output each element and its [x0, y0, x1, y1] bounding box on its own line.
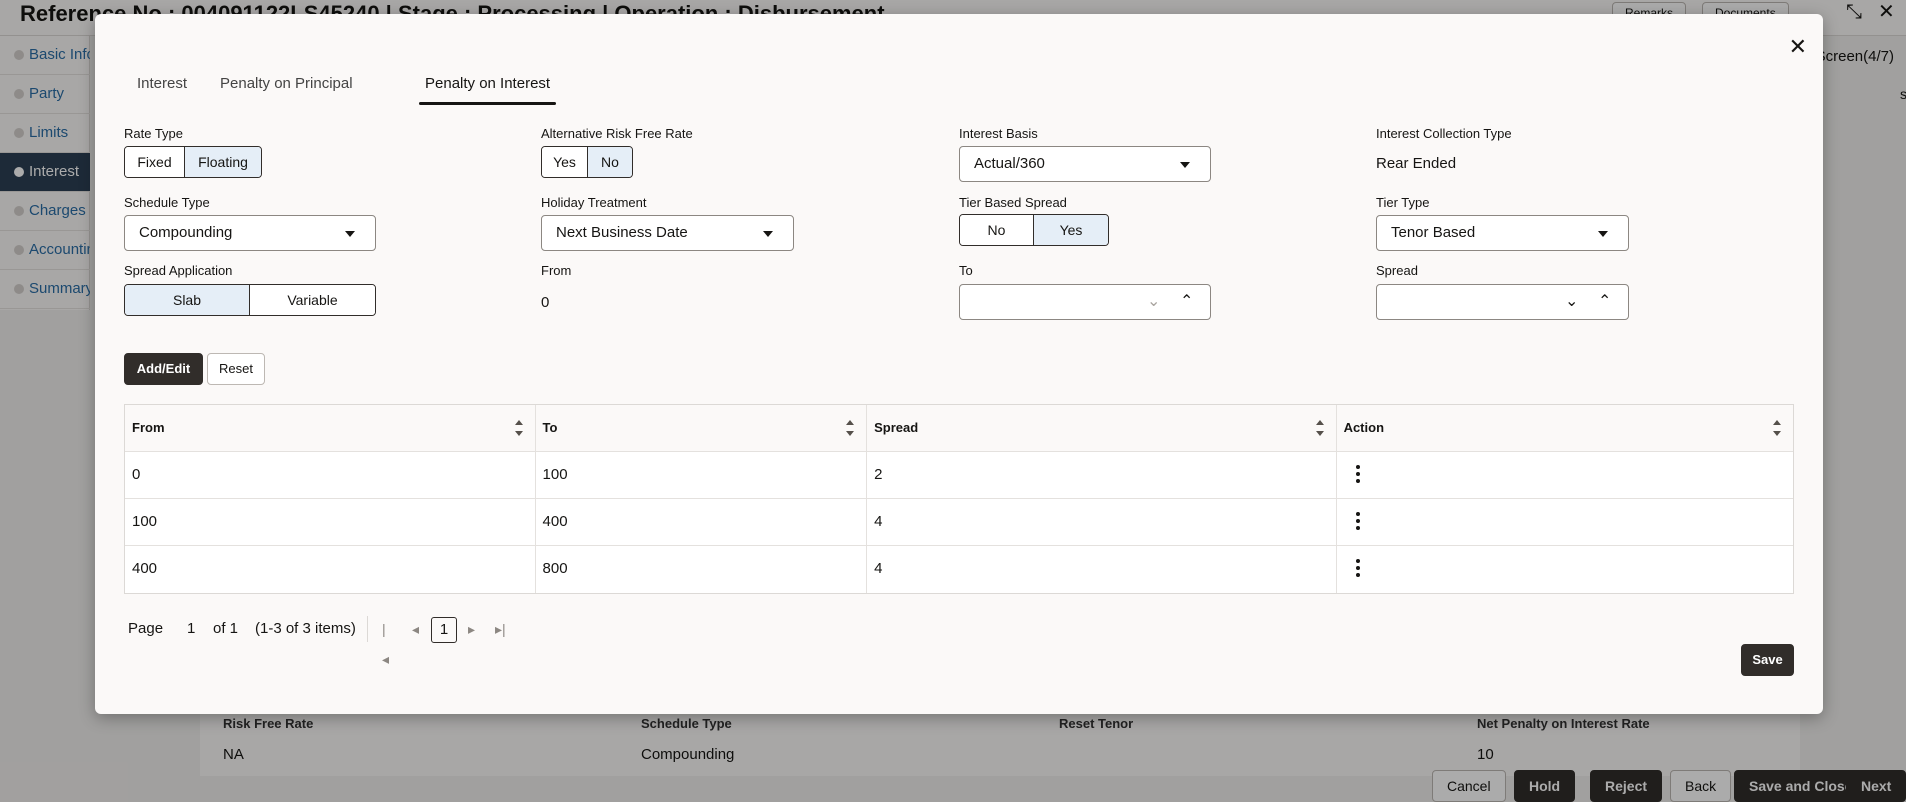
sort-icon[interactable]	[1315, 420, 1324, 436]
close-icon[interactable]: ✕	[1789, 36, 1807, 58]
schedule-type-value: Compounding	[139, 224, 233, 241]
page-count-label: of 1	[213, 620, 239, 637]
reset-button[interactable]: Reset	[207, 353, 265, 385]
sort-icon[interactable]	[846, 420, 855, 436]
column-header-action[interactable]: Action	[1337, 405, 1793, 451]
to-cell: 400	[536, 499, 868, 545]
column-header-label: Action	[1343, 420, 1385, 435]
tab-interest[interactable]: Interest	[135, 70, 189, 98]
tier-spread-table: From To Spread Action 0 100 2 100 400 4 …	[124, 404, 1794, 594]
tier-based-spread-toggle: No Yes	[959, 214, 1109, 246]
more-actions-icon[interactable]	[1355, 559, 1361, 579]
interest-basis-label: Interest Basis	[959, 126, 1038, 141]
to-cell: 100	[536, 452, 868, 498]
schedule-type-label: Schedule Type	[124, 195, 210, 210]
to-label: To	[959, 263, 973, 278]
tier-type-select[interactable]: Tenor Based	[1376, 215, 1629, 251]
alt-risk-free-rate-label: Alternative Risk Free Rate	[541, 126, 693, 141]
more-actions-icon[interactable]	[1355, 512, 1361, 532]
column-header-label: To	[542, 420, 558, 435]
holiday-treatment-value: Next Business Date	[556, 224, 688, 241]
from-cell: 400	[125, 546, 536, 593]
sort-icon[interactable]	[1773, 420, 1782, 436]
page-number-input[interactable]: 1	[187, 614, 195, 644]
caret-down-icon	[763, 231, 773, 237]
spread-application-label: Spread Application	[124, 263, 233, 278]
rate-type-label: Rate Type	[124, 126, 184, 141]
tier-type-value: Tenor Based	[1391, 224, 1476, 241]
more-actions-icon[interactable]	[1355, 465, 1361, 485]
chevron-down-icon[interactable]: ⌄	[1147, 291, 1160, 313]
spread-cell: 4	[867, 499, 1337, 545]
rate-type-floating-option[interactable]: Floating	[185, 147, 261, 177]
column-header-label: From	[132, 420, 165, 435]
holiday-treatment-label: Holiday Treatment	[541, 195, 647, 210]
table-row: 0 100 2	[125, 452, 1793, 499]
interest-collection-type-label: Interest Collection Type	[1376, 126, 1512, 141]
items-range-label: (1-3 of 3 items)	[255, 620, 356, 637]
alt-risk-free-rate-toggle: Yes No	[541, 146, 633, 178]
interest-basis-value: Actual/360	[974, 155, 1045, 172]
table-header-row: From To Spread Action	[125, 405, 1793, 452]
pager-divider	[367, 616, 368, 642]
spread-label: Spread	[1376, 263, 1418, 278]
from-cell: 0	[125, 452, 536, 498]
from-value: 0	[541, 294, 550, 311]
action-cell	[1337, 499, 1793, 545]
tier-type-label: Tier Type	[1376, 195, 1430, 210]
tier-based-spread-no-option[interactable]: No	[960, 215, 1034, 245]
rate-type-toggle: Fixed Floating	[124, 146, 262, 178]
last-page-icon[interactable]: ▸|	[495, 614, 506, 644]
first-page-icon[interactable]: |◂	[382, 614, 389, 674]
interest-modal: ✕ Interest Penalty on Principal Penalty …	[95, 14, 1823, 714]
table-row: 400 800 4	[125, 546, 1793, 593]
next-page-icon[interactable]: ▸	[468, 614, 475, 644]
spread-number-input[interactable]: ⌄ ⌃	[1376, 284, 1629, 320]
schedule-type-select[interactable]: Compounding	[124, 215, 376, 251]
column-header-to[interactable]: To	[536, 405, 868, 451]
sort-icon[interactable]	[514, 420, 523, 436]
alt-rfr-yes-option[interactable]: Yes	[542, 147, 588, 177]
caret-down-icon	[345, 231, 355, 237]
rate-type-fixed-option[interactable]: Fixed	[125, 147, 185, 177]
holiday-treatment-select[interactable]: Next Business Date	[541, 215, 794, 251]
spread-application-toggle: Slab Variable	[124, 284, 376, 316]
from-cell: 100	[125, 499, 536, 545]
caret-down-icon	[1180, 162, 1190, 168]
page-label: Page	[128, 620, 164, 637]
spread-cell: 4	[867, 546, 1337, 593]
alt-rfr-no-option[interactable]: No	[588, 147, 632, 177]
column-header-from[interactable]: From	[125, 405, 536, 451]
action-cell	[1337, 452, 1793, 498]
chevron-up-icon[interactable]: ⌃	[1598, 291, 1611, 313]
caret-down-icon	[1598, 231, 1608, 237]
previous-page-icon[interactable]: ◂	[412, 614, 419, 644]
to-number-input[interactable]: ⌄ ⌃	[959, 284, 1211, 320]
spread-cell: 2	[867, 452, 1337, 498]
add-edit-button[interactable]: Add/Edit	[124, 353, 203, 385]
tab-penalty-on-interest[interactable]: Penalty on Interest	[418, 70, 557, 105]
interest-basis-select[interactable]: Actual/360	[959, 146, 1211, 182]
tier-based-spread-yes-option[interactable]: Yes	[1034, 215, 1108, 245]
to-cell: 800	[536, 546, 868, 593]
from-label: From	[541, 263, 572, 278]
spread-application-slab-option[interactable]: Slab	[125, 285, 250, 315]
chevron-up-icon[interactable]: ⌃	[1180, 291, 1193, 313]
current-page-button[interactable]: 1	[431, 617, 457, 643]
save-button[interactable]: Save	[1741, 644, 1794, 676]
interest-collection-type-value: Rear Ended	[1376, 155, 1457, 172]
column-header-label: Spread	[874, 420, 919, 435]
tier-based-spread-label: Tier Based Spread	[959, 195, 1067, 210]
spread-application-variable-option[interactable]: Variable	[250, 285, 375, 315]
tab-penalty-on-principal[interactable]: Penalty on Principal	[218, 70, 355, 98]
column-header-spread[interactable]: Spread	[867, 405, 1337, 451]
action-cell	[1337, 546, 1793, 593]
table-row: 100 400 4	[125, 499, 1793, 546]
chevron-down-icon[interactable]: ⌄	[1565, 291, 1578, 313]
